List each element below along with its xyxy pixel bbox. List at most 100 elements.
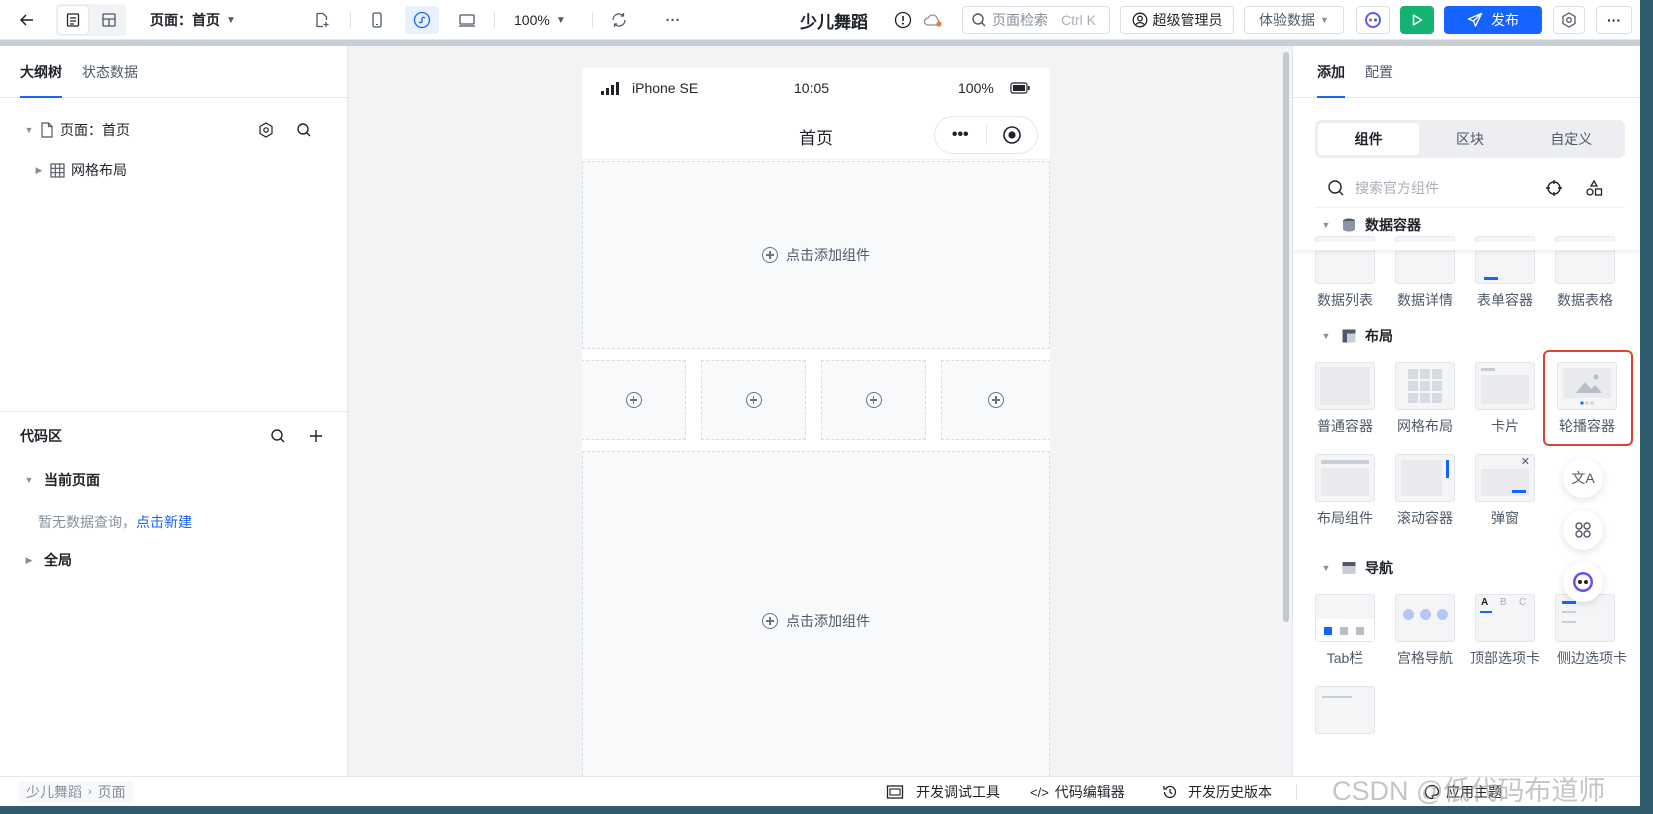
comp-side-tabs[interactable]: 侧边选项卡 xyxy=(1545,594,1627,668)
grid-cell-2[interactable] xyxy=(701,360,806,440)
group-data-containers[interactable]: ▼ 数据容器 xyxy=(1319,214,1421,236)
breadcrumb-app[interactable]: 少儿舞蹈 xyxy=(26,782,82,802)
tab-outline-tree[interactable]: 大纲树 xyxy=(20,46,62,98)
component-search[interactable]: 搜索官方组件 xyxy=(1315,168,1625,208)
comp-dialog[interactable]: ✕ 弹窗 xyxy=(1465,454,1545,528)
segment-components[interactable]: 组件 xyxy=(1318,123,1420,155)
tree-search-icon[interactable] xyxy=(296,122,312,138)
tree-node-page[interactable]: ▼ 页面：首页 xyxy=(22,116,332,144)
canvas-scrollbar[interactable] xyxy=(1283,52,1289,622)
ai-assistant-button[interactable] xyxy=(1356,6,1390,34)
tree-node-page-label: 页面：首页 xyxy=(60,122,130,138)
component-search-input[interactable]: 搜索官方组件 xyxy=(1355,178,1439,198)
capsule-close-icon[interactable] xyxy=(986,125,1037,145)
add-component-label: 点击添加组件 xyxy=(786,247,870,263)
comp-more-nav[interactable] xyxy=(1305,686,1385,734)
translate-button[interactable]: 文A xyxy=(1563,458,1603,498)
scroll-container-thumb xyxy=(1395,454,1455,502)
add-query-icon[interactable] xyxy=(308,428,324,444)
caret-down-icon[interactable]: ▼ xyxy=(1319,220,1333,230)
group-data-title: 数据容器 xyxy=(1365,217,1421,233)
empty-query-label: 暂无数据查询， xyxy=(38,514,136,530)
run-preview-button[interactable] xyxy=(1400,6,1434,34)
caret-down-icon[interactable]: ▼ xyxy=(1319,563,1333,573)
left-panel: 大纲树 状态数据 ▼ 页面：首页 ▶ 网格布局 代码区 ▼ 当前页面 暂无数据查… xyxy=(0,46,348,776)
breadcrumb-page[interactable]: 页面 xyxy=(98,782,126,802)
page-search-input[interactable]: 页面检索 Ctrl K xyxy=(962,6,1110,34)
tree-node-grid[interactable]: ▶ 网格布局 xyxy=(32,156,127,184)
group-navigation[interactable]: ▼ 导航 xyxy=(1319,557,1393,579)
component-type-segment: 组件 区块 自定义 xyxy=(1315,120,1625,158)
page-selector-label: 页面：首页 xyxy=(150,12,220,28)
zoom-select[interactable]: 100% ▼ xyxy=(514,6,566,34)
page-selector[interactable]: 页面：首页 ▼ xyxy=(150,6,236,34)
page-settings-icon[interactable] xyxy=(258,122,274,138)
divider xyxy=(1296,784,1297,800)
drop-zone-bottom[interactable]: 点击添加组件 xyxy=(582,451,1050,776)
grid-cell-4[interactable] xyxy=(941,360,1050,440)
tab-state-data[interactable]: 状态数据 xyxy=(82,46,138,98)
ai-bot-button[interactable] xyxy=(1563,562,1603,602)
add-page-icon[interactable] xyxy=(307,6,337,34)
comp-label: 侧边选项卡 xyxy=(1557,650,1627,666)
comp-top-tabs[interactable]: ABC 顶部选项卡 xyxy=(1465,594,1545,668)
data-source-select[interactable]: 体验数据 ▼ xyxy=(1244,6,1344,34)
top-tabs-thumb: ABC xyxy=(1475,594,1535,642)
comp-grid-navigation[interactable]: 宫格导航 xyxy=(1385,594,1465,668)
capsule-menu[interactable]: ••• xyxy=(934,116,1038,154)
admin-role-button[interactable]: 超级管理员 xyxy=(1120,6,1234,34)
segment-custom[interactable]: 自定义 xyxy=(1521,123,1622,155)
page-view-icon[interactable] xyxy=(58,6,88,34)
comp-grid-layout[interactable]: 网格布局 xyxy=(1385,362,1465,436)
cloud-sync-icon[interactable] xyxy=(918,6,948,34)
tab-add[interactable]: 添加 xyxy=(1317,46,1345,98)
comp-label: 普通容器 xyxy=(1317,418,1373,434)
comp-scroll-container[interactable]: 滚动容器 xyxy=(1385,454,1465,528)
back-arrow-icon[interactable] xyxy=(12,6,42,34)
caret-down-icon[interactable]: ▼ xyxy=(1319,331,1333,341)
carousel-thumb xyxy=(1557,362,1617,410)
comp-card[interactable]: 卡片 xyxy=(1465,362,1545,436)
refresh-icon[interactable] xyxy=(604,6,634,34)
comp-normal-container[interactable]: 普通容器 xyxy=(1305,362,1385,436)
comp-tab-bar[interactable]: Tab栏 xyxy=(1305,594,1385,668)
empty-query-text: 暂无数据查询，点击新建 xyxy=(38,512,192,532)
mobile-device-icon[interactable] xyxy=(362,6,392,34)
miniprogram-device-icon[interactable] xyxy=(405,6,439,34)
group-layout[interactable]: ▼ 布局 xyxy=(1319,325,1393,347)
publish-button[interactable]: 发布 xyxy=(1444,6,1542,34)
tab-config[interactable]: 配置 xyxy=(1365,46,1393,98)
code-search-icon[interactable] xyxy=(270,428,286,444)
grid-layout-thumb xyxy=(1395,362,1455,410)
caret-down-icon[interactable]: ▼ xyxy=(22,475,36,485)
add-component-label: 点击添加组件 xyxy=(786,613,870,629)
caret-down-icon[interactable]: ▼ xyxy=(22,125,36,135)
caret-right-icon[interactable]: ▶ xyxy=(22,555,36,566)
capsule-more-icon[interactable]: ••• xyxy=(935,126,986,144)
grid-cell-3[interactable] xyxy=(821,360,926,440)
create-query-link[interactable]: 点击新建 xyxy=(136,514,192,530)
more-menu-button[interactable]: ··· xyxy=(1596,6,1632,34)
settings-button[interactable] xyxy=(1553,6,1585,34)
warning-icon[interactable] xyxy=(888,6,918,34)
code-editor-button[interactable]: </> 代码编辑器 xyxy=(1030,777,1125,806)
top-toolbar: 页面：首页 ▼ 100% ▼ ··· 少儿舞蹈 页面检索 Ctrl K 超级管理… xyxy=(0,0,1640,40)
dev-debug-tool-button[interactable]: 开发调试工具 xyxy=(886,777,1000,806)
global-group[interactable]: ▶ 全局 xyxy=(22,546,72,574)
battery-icon xyxy=(1010,82,1030,94)
drop-zone-top[interactable]: 点击添加组件 xyxy=(582,161,1050,349)
segment-blocks[interactable]: 区块 xyxy=(1419,123,1520,155)
current-page-group[interactable]: ▼ 当前页面 xyxy=(22,466,100,494)
more-icon[interactable]: ··· xyxy=(658,6,688,34)
comp-label: 宫格导航 xyxy=(1397,650,1453,666)
comp-carousel-container[interactable]: 轮播容器 xyxy=(1547,362,1627,436)
comp-layout-component[interactable]: 布局组件 xyxy=(1305,454,1385,528)
dev-history-button[interactable]: 开发历史版本 xyxy=(1162,777,1272,806)
grid-cell-1[interactable] xyxy=(582,360,686,440)
shapes-icon[interactable] xyxy=(1585,179,1603,197)
apps-button[interactable] xyxy=(1563,510,1603,550)
layout-view-icon[interactable] xyxy=(94,6,124,34)
desktop-device-icon[interactable] xyxy=(452,6,482,34)
caret-right-icon[interactable]: ▶ xyxy=(32,165,46,176)
locate-icon[interactable] xyxy=(1545,179,1563,197)
